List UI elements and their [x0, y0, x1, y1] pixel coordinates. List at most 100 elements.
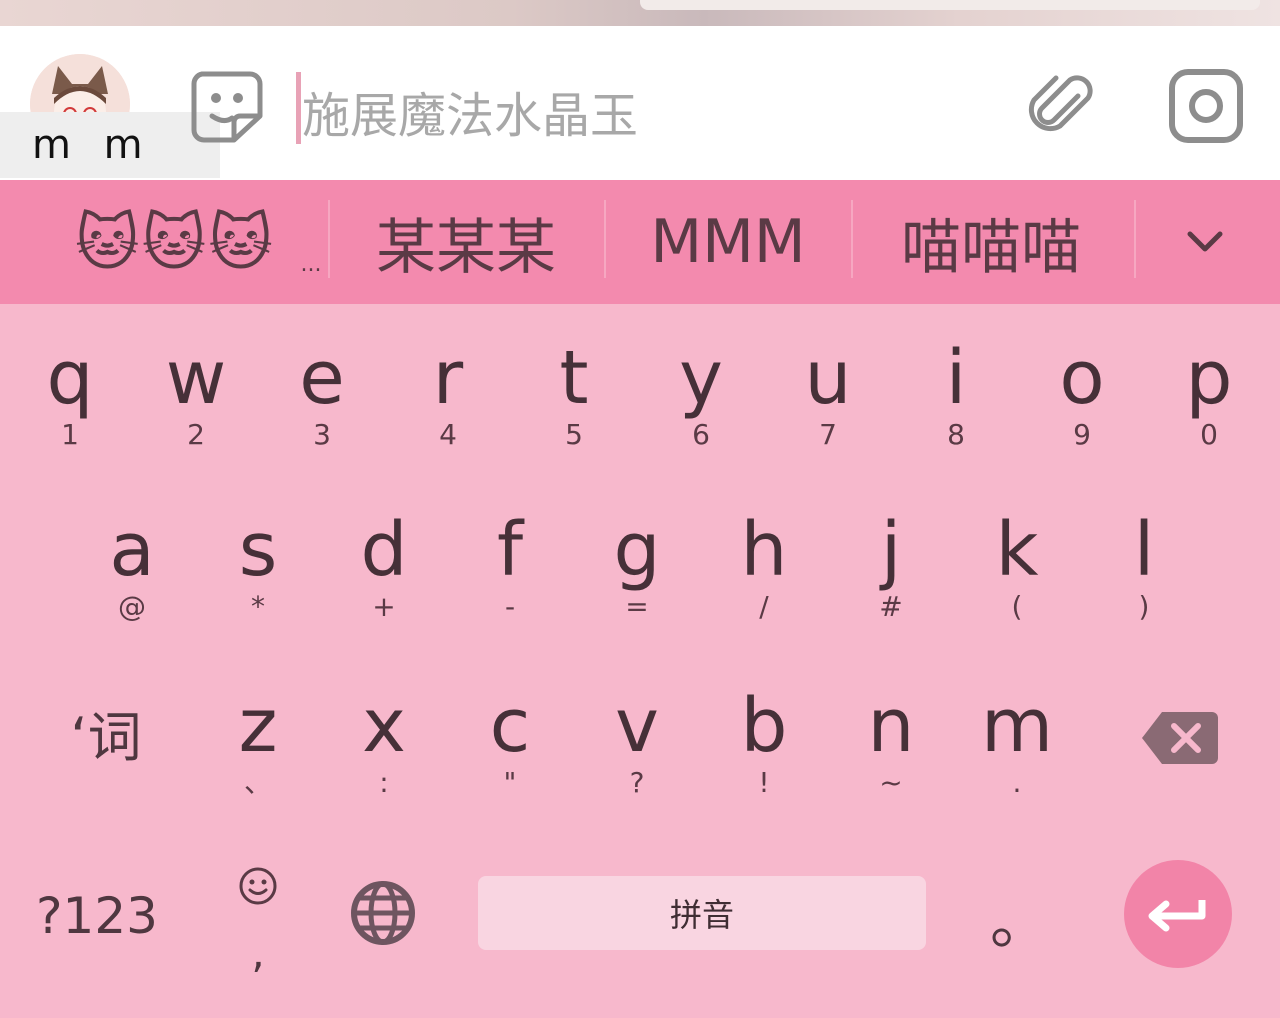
- key-f[interactable]: f-: [450, 504, 570, 654]
- key-g[interactable]: g =: [577, 504, 697, 654]
- suggestion-more-dots: ...: [300, 251, 322, 277]
- key-hint: 7: [819, 418, 837, 451]
- key-k[interactable]: k(: [957, 504, 1077, 654]
- key-z[interactable]: z、: [198, 680, 318, 830]
- key-hint: /: [759, 590, 769, 623]
- space-bar[interactable]: 拼音: [478, 876, 926, 950]
- key-i[interactable]: i8: [896, 332, 1016, 482]
- suggestion-item[interactable]: 喵喵喵: [856, 180, 1126, 304]
- backspace-icon[interactable]: [1140, 708, 1220, 768]
- key-hint: ": [503, 766, 517, 799]
- suggestion-divider: [1134, 200, 1136, 278]
- key-letter: z: [238, 683, 278, 769]
- text-caret: [296, 72, 301, 144]
- key-letter: l: [1133, 507, 1155, 593]
- key-hint: :: [379, 766, 389, 799]
- key-q[interactable]: q1: [10, 332, 130, 482]
- key-m[interactable]: m.: [957, 680, 1077, 830]
- sticker-icon[interactable]: [186, 66, 266, 146]
- key-hint: !: [758, 766, 770, 799]
- background-wallpaper: [0, 0, 1280, 26]
- key-letter: c: [489, 683, 531, 769]
- key-hint: 2: [187, 418, 205, 451]
- key-a[interactable]: a @: [72, 504, 192, 654]
- key-hint: +: [372, 590, 396, 623]
- key-hint: ~: [879, 766, 903, 799]
- key-letter: q: [46, 335, 94, 421]
- suggestion-bar: 🐱🐱🐱 ... 某某某 MMM 喵喵喵: [0, 180, 1280, 304]
- message-input[interactable]: 施展魔法水晶玉: [296, 70, 996, 144]
- key-hint: 、: [243, 766, 272, 799]
- paperclip-icon[interactable]: [1020, 66, 1100, 146]
- key-letter: r: [432, 335, 464, 421]
- key-letter: p: [1185, 335, 1233, 421]
- key-letter: y: [679, 335, 723, 421]
- key-p[interactable]: p0: [1149, 332, 1269, 482]
- key-hint: =: [625, 590, 649, 623]
- period-key[interactable]: 。: [980, 888, 1060, 958]
- key-hint: #: [879, 590, 903, 623]
- key-hint: -: [504, 590, 516, 623]
- suggestion-divider: [604, 200, 606, 278]
- word-key[interactable]: ‘词: [46, 698, 166, 778]
- key-letter: v: [615, 683, 659, 769]
- key-n[interactable]: n ~: [831, 680, 951, 830]
- key-letter: b: [740, 683, 788, 769]
- key-hint: @: [118, 590, 146, 623]
- key-letter: h: [740, 507, 788, 593]
- key-hint: *: [251, 590, 265, 623]
- key-d[interactable]: d +: [324, 504, 444, 654]
- chevron-down-icon[interactable]: [1176, 214, 1234, 270]
- key-r[interactable]: r4: [388, 332, 508, 482]
- suggestion-emoji[interactable]: 🐱🐱🐱: [40, 180, 310, 304]
- key-l[interactable]: l): [1084, 504, 1204, 654]
- key-hint: ): [1138, 590, 1150, 623]
- key-hint: 8: [947, 418, 965, 451]
- key-u[interactable]: u7: [768, 332, 888, 482]
- globe-icon[interactable]: [346, 876, 420, 950]
- key-y[interactable]: y6: [641, 332, 761, 482]
- key-letter: s: [238, 507, 278, 593]
- key-letter: w: [165, 335, 227, 421]
- key-hint: 0: [1200, 418, 1218, 451]
- symbols-key[interactable]: ?123: [36, 876, 176, 956]
- key-letter: t: [559, 335, 589, 421]
- camera-icon[interactable]: [1166, 66, 1246, 146]
- suggestion-divider: [851, 200, 853, 278]
- key-hint: 4: [439, 418, 457, 451]
- key-o[interactable]: o9: [1022, 332, 1142, 482]
- key-v[interactable]: v?: [577, 680, 697, 830]
- key-letter: e: [299, 335, 345, 421]
- comma-key[interactable]: ,: [236, 928, 280, 978]
- key-x[interactable]: x:: [324, 680, 444, 830]
- key-letter: g: [613, 507, 661, 593]
- key-hint: 6: [692, 418, 710, 451]
- key-c[interactable]: c ": [450, 680, 570, 830]
- key-letter: f: [496, 507, 524, 593]
- key-t[interactable]: t5: [514, 332, 634, 482]
- key-letter: j: [880, 507, 902, 593]
- key-b[interactable]: b!: [704, 680, 824, 830]
- key-letter: i: [945, 335, 967, 421]
- key-hint: 5: [565, 418, 583, 451]
- key-hint: (: [1011, 590, 1023, 623]
- compose-bar: m m m 施展魔法水晶玉: [0, 26, 1280, 214]
- message-placeholder: 施展魔法水晶玉: [302, 88, 639, 144]
- key-j[interactable]: j #: [831, 504, 951, 654]
- key-hint: 3: [313, 418, 331, 451]
- key-letter: k: [995, 507, 1039, 593]
- key-letter: n: [867, 683, 915, 769]
- key-e[interactable]: e3: [262, 332, 382, 482]
- enter-icon[interactable]: [1124, 860, 1232, 968]
- key-letter: d: [360, 507, 408, 593]
- smiley-icon[interactable]: [236, 864, 280, 908]
- key-hint: 1: [61, 418, 79, 451]
- suggestion-item[interactable]: MMM: [610, 180, 846, 304]
- key-h[interactable]: h /: [704, 504, 824, 654]
- key-hint: 9: [1073, 418, 1091, 451]
- suggestion-item[interactable]: 某某某: [334, 180, 598, 304]
- key-s[interactable]: s *: [198, 504, 318, 654]
- key-letter: a: [109, 507, 155, 593]
- key-w[interactable]: w2: [136, 332, 256, 482]
- key-letter: o: [1059, 335, 1105, 421]
